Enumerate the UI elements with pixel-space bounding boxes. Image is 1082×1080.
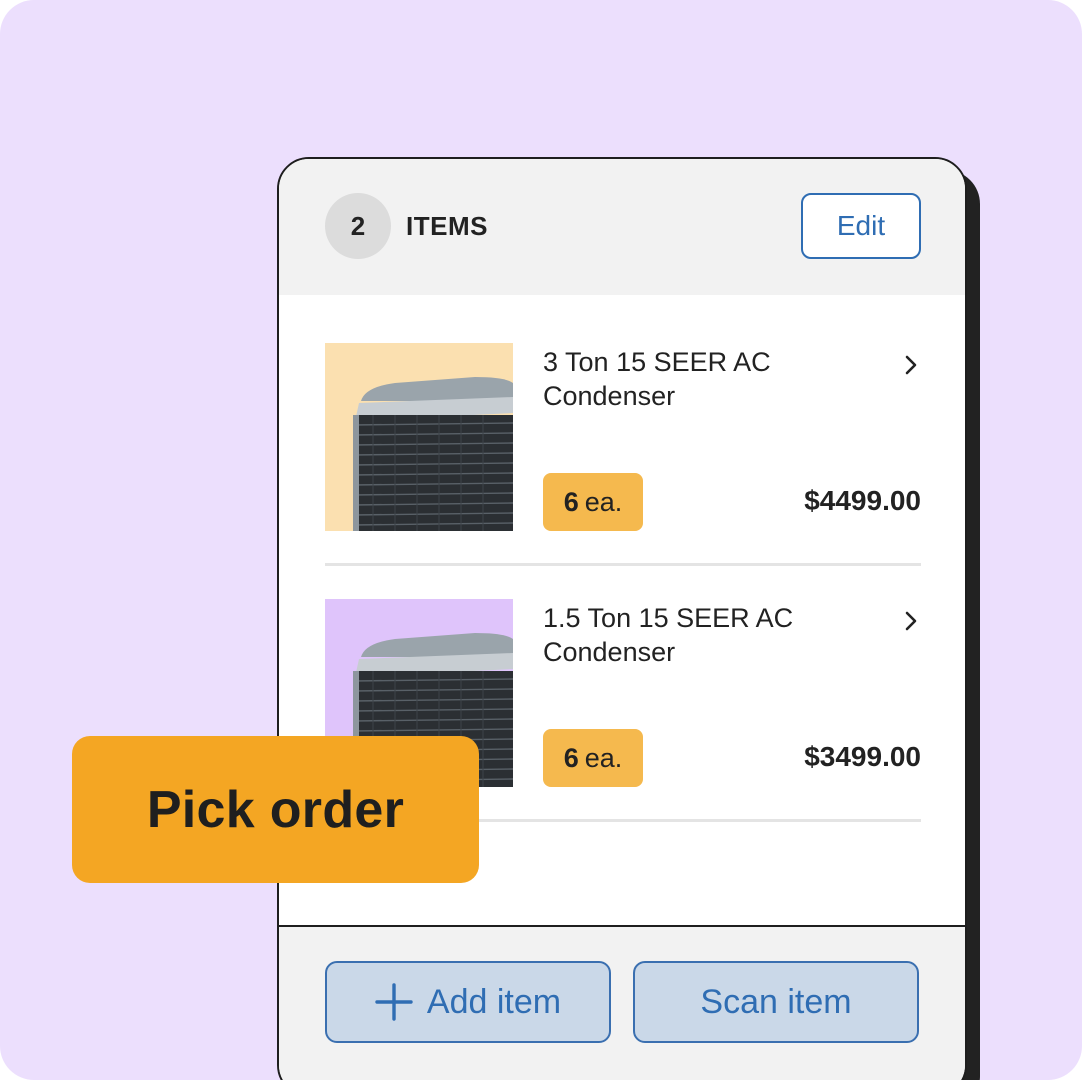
order-panel: 2 ITEMS Edit 3 Ton 15 SEER AC Condenser … — [277, 157, 967, 1080]
items-label: ITEMS — [406, 211, 488, 241]
add-item-button[interactable]: Add item — [325, 961, 611, 1043]
item-title: 3 Ton 15 SEER AC Condenser — [543, 347, 771, 411]
item-title: 1.5 Ton 15 SEER AC Condenser — [543, 603, 794, 667]
background-canvas: 2 ITEMS Edit 3 Ton 15 SEER AC Condenser … — [0, 0, 1082, 1080]
add-item-label: Add item — [426, 982, 562, 1021]
chevron-right-icon[interactable] — [903, 353, 919, 377]
quantity-number: 6 — [563, 486, 579, 517]
plus-icon — [375, 983, 413, 1021]
item-count-badge: 2 — [325, 193, 391, 259]
item-price: $4499.00 — [804, 485, 921, 516]
pick-order-label: Pick order — [72, 736, 479, 883]
order-footer: Add item Scan item — [279, 925, 965, 1080]
divider — [325, 563, 921, 566]
edit-button[interactable]: Edit — [801, 193, 921, 259]
scan-item-button[interactable]: Scan item — [633, 961, 919, 1043]
chevron-right-icon[interactable] — [903, 609, 919, 633]
item-price: $3499.00 — [804, 741, 921, 772]
quantity-number: 6 — [563, 742, 579, 773]
order-header: 2 ITEMS Edit — [279, 159, 965, 295]
quantity-unit: ea. — [584, 486, 623, 517]
quantity-badge[interactable]: 6 ea. — [543, 729, 643, 787]
product-image — [325, 343, 513, 531]
ac-condenser-image — [325, 343, 513, 531]
scan-item-label: Scan item — [700, 982, 852, 1021]
quantity-badge[interactable]: 6 ea. — [543, 473, 643, 531]
quantity-unit: ea. — [584, 742, 623, 773]
list-item[interactable]: 3 Ton 15 SEER AC Condenser 6 ea. $4499.0… — [325, 343, 921, 533]
